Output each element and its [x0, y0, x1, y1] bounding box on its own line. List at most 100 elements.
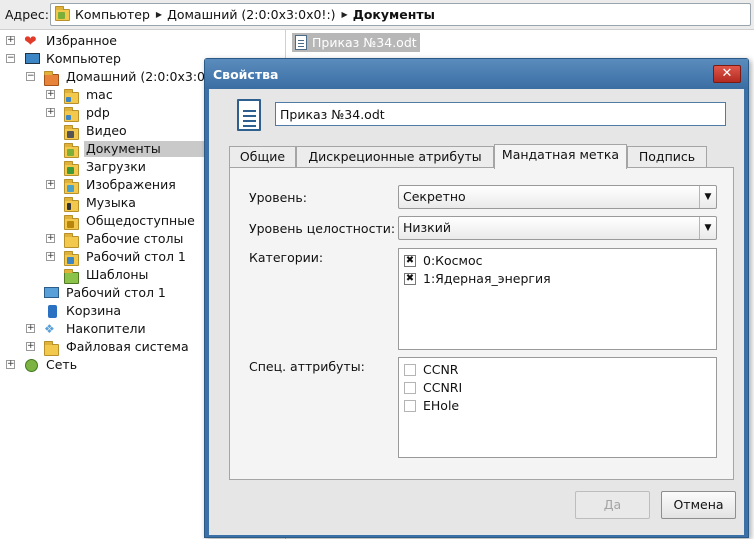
checkbox-icon[interactable] — [404, 363, 416, 376]
folder-icon — [64, 232, 80, 248]
category-item[interactable]: ✖ 0:Космос — [404, 252, 483, 269]
checkbox-icon[interactable] — [404, 381, 416, 394]
tab-general[interactable]: Общие — [229, 146, 296, 168]
folder-icon — [64, 88, 80, 104]
expand-icon[interactable]: + — [6, 360, 15, 369]
checkbox-checked-icon[interactable]: ✖ — [404, 254, 416, 267]
collapse-icon[interactable]: − — [26, 72, 35, 81]
special-attr-label: CCNRI — [423, 380, 463, 395]
tree-item-label: Видео — [86, 123, 127, 138]
home-icon — [44, 70, 60, 86]
tree-item-label: Изображения — [86, 177, 176, 192]
documents-folder-icon — [64, 142, 80, 158]
address-field[interactable]: Компьютер ▶ Домашний (2:0:0x3:0x0!:) ▶ Д… — [50, 3, 751, 26]
special-attributes-label: Спец. аттрибуты: — [249, 359, 365, 374]
templates-folder-icon — [64, 268, 80, 284]
computer-icon — [25, 53, 40, 64]
special-attr-item[interactable]: CCNR — [404, 361, 459, 378]
category-label: 0:Космос — [423, 253, 483, 268]
drives-icon: ❖ — [44, 322, 55, 336]
category-label: 1:Ядерная_энергия — [423, 271, 551, 286]
properties-dialog: Свойства ✕ Общие Дискреционные атрибуты … — [204, 58, 749, 538]
special-attr-label: CCNR — [423, 362, 459, 377]
categories-list[interactable]: ✖ 0:Космос ✖ 1:Ядерная_энергия — [398, 248, 717, 350]
special-attributes-list[interactable]: CCNR CCNRI EHole — [398, 357, 717, 458]
integrity-select[interactable]: Низкий ▼ — [398, 216, 717, 240]
checkbox-icon[interactable] — [404, 399, 416, 412]
expand-icon[interactable]: + — [26, 342, 35, 351]
tree-item-label: Рабочий стол 1 — [86, 249, 186, 264]
checkbox-checked-icon[interactable]: ✖ — [404, 272, 416, 285]
desktop-icon — [44, 287, 59, 298]
dialog-body: Общие Дискреционные атрибуты Мандатная м… — [209, 89, 744, 535]
folder-icon — [44, 340, 60, 356]
tab-discretionary[interactable]: Дискреционные атрибуты — [296, 146, 494, 168]
tree-item-label: mac — [86, 87, 113, 102]
breadcrumb-documents[interactable]: Документы — [353, 7, 435, 22]
downloads-folder-icon — [64, 160, 80, 176]
tree-item-favorites[interactable]: + ❤ Избранное — [0, 32, 285, 50]
trash-icon — [48, 305, 57, 318]
video-folder-icon — [64, 124, 80, 140]
tree-item-label: Рабочий стол 1 — [66, 285, 166, 300]
level-value: Секретно — [403, 189, 466, 204]
file-item[interactable]: Приказ №34.odt — [292, 33, 420, 52]
breadcrumb-home[interactable]: Домашний (2:0:0x3:0x0!:) — [167, 7, 335, 22]
mandatory-label-panel: Уровень: Секретно ▼ Уровень целостности:… — [229, 167, 734, 480]
integrity-label: Уровень целостности: — [249, 221, 396, 236]
address-label: Адрес: — [5, 7, 49, 22]
level-label: Уровень: — [249, 190, 308, 205]
folder-icon — [64, 106, 80, 122]
breadcrumb-computer[interactable]: Компьютер — [75, 7, 150, 22]
tab-mandatory-label[interactable]: Мандатная метка — [494, 144, 627, 169]
tree-item-label: Загрузки — [86, 159, 146, 174]
breadcrumb-arrow-icon: ▶ — [341, 10, 348, 19]
tab-signature[interactable]: Подпись — [627, 146, 707, 168]
music-folder-icon — [64, 196, 80, 212]
tree-item-label: Музыка — [86, 195, 136, 210]
close-icon[interactable]: ✕ — [713, 65, 741, 83]
special-attr-label: EHole — [423, 398, 460, 413]
special-attr-item[interactable]: CCNRI — [404, 379, 462, 396]
ok-button[interactable]: Да — [575, 491, 650, 519]
cancel-button[interactable]: Отмена — [661, 491, 736, 519]
tree-item-label: Накопители — [66, 321, 146, 336]
chevron-down-icon: ▼ — [699, 186, 716, 208]
tree-item-label: Файловая система — [66, 339, 189, 354]
tree-item-label: Компьютер — [46, 51, 121, 66]
heart-icon: ❤ — [24, 32, 37, 50]
dialog-title: Свойства — [205, 59, 748, 89]
expand-icon[interactable]: + — [26, 324, 35, 333]
expand-icon[interactable]: + — [46, 90, 55, 99]
tree-item-label: Общедоступные — [86, 213, 195, 228]
special-attr-item[interactable]: EHole — [404, 397, 459, 414]
network-icon — [25, 359, 38, 372]
desktop-folder-icon — [64, 250, 80, 266]
expand-icon[interactable]: + — [46, 180, 55, 189]
file-name: Приказ №34.odt — [312, 35, 417, 50]
breadcrumb-arrow-icon: ▶ — [155, 10, 163, 19]
chevron-down-icon: ▼ — [699, 217, 716, 239]
tree-item-label: Корзина — [66, 303, 122, 318]
collapse-icon[interactable]: − — [6, 54, 15, 63]
tab-bar: Общие Дискреционные атрибуты Мандатная м… — [229, 144, 744, 169]
category-item[interactable]: ✖ 1:Ядерная_энергия — [404, 270, 551, 287]
document-icon — [237, 99, 261, 131]
filename-field[interactable] — [275, 102, 726, 126]
address-bar: Адрес: Компьютер ▶ Домашний (2:0:0x3:0x0… — [0, 0, 754, 30]
tree-item-label: Сеть — [46, 357, 78, 372]
document-icon — [295, 35, 307, 50]
expand-icon[interactable]: + — [6, 36, 15, 45]
tree-item-label: pdp — [86, 105, 110, 120]
tree-item-label: Шаблоны — [86, 267, 149, 282]
expand-icon[interactable]: + — [46, 252, 55, 261]
categories-label: Категории: — [249, 250, 324, 265]
level-select[interactable]: Секретно ▼ — [398, 185, 717, 209]
expand-icon[interactable]: + — [46, 234, 55, 243]
integrity-value: Низкий — [403, 220, 451, 235]
expand-icon[interactable]: + — [46, 108, 55, 117]
documents-folder-icon — [55, 5, 70, 21]
public-folder-icon — [64, 214, 80, 230]
tree-item-label: Рабочие столы — [86, 231, 184, 246]
pictures-folder-icon — [64, 178, 80, 194]
